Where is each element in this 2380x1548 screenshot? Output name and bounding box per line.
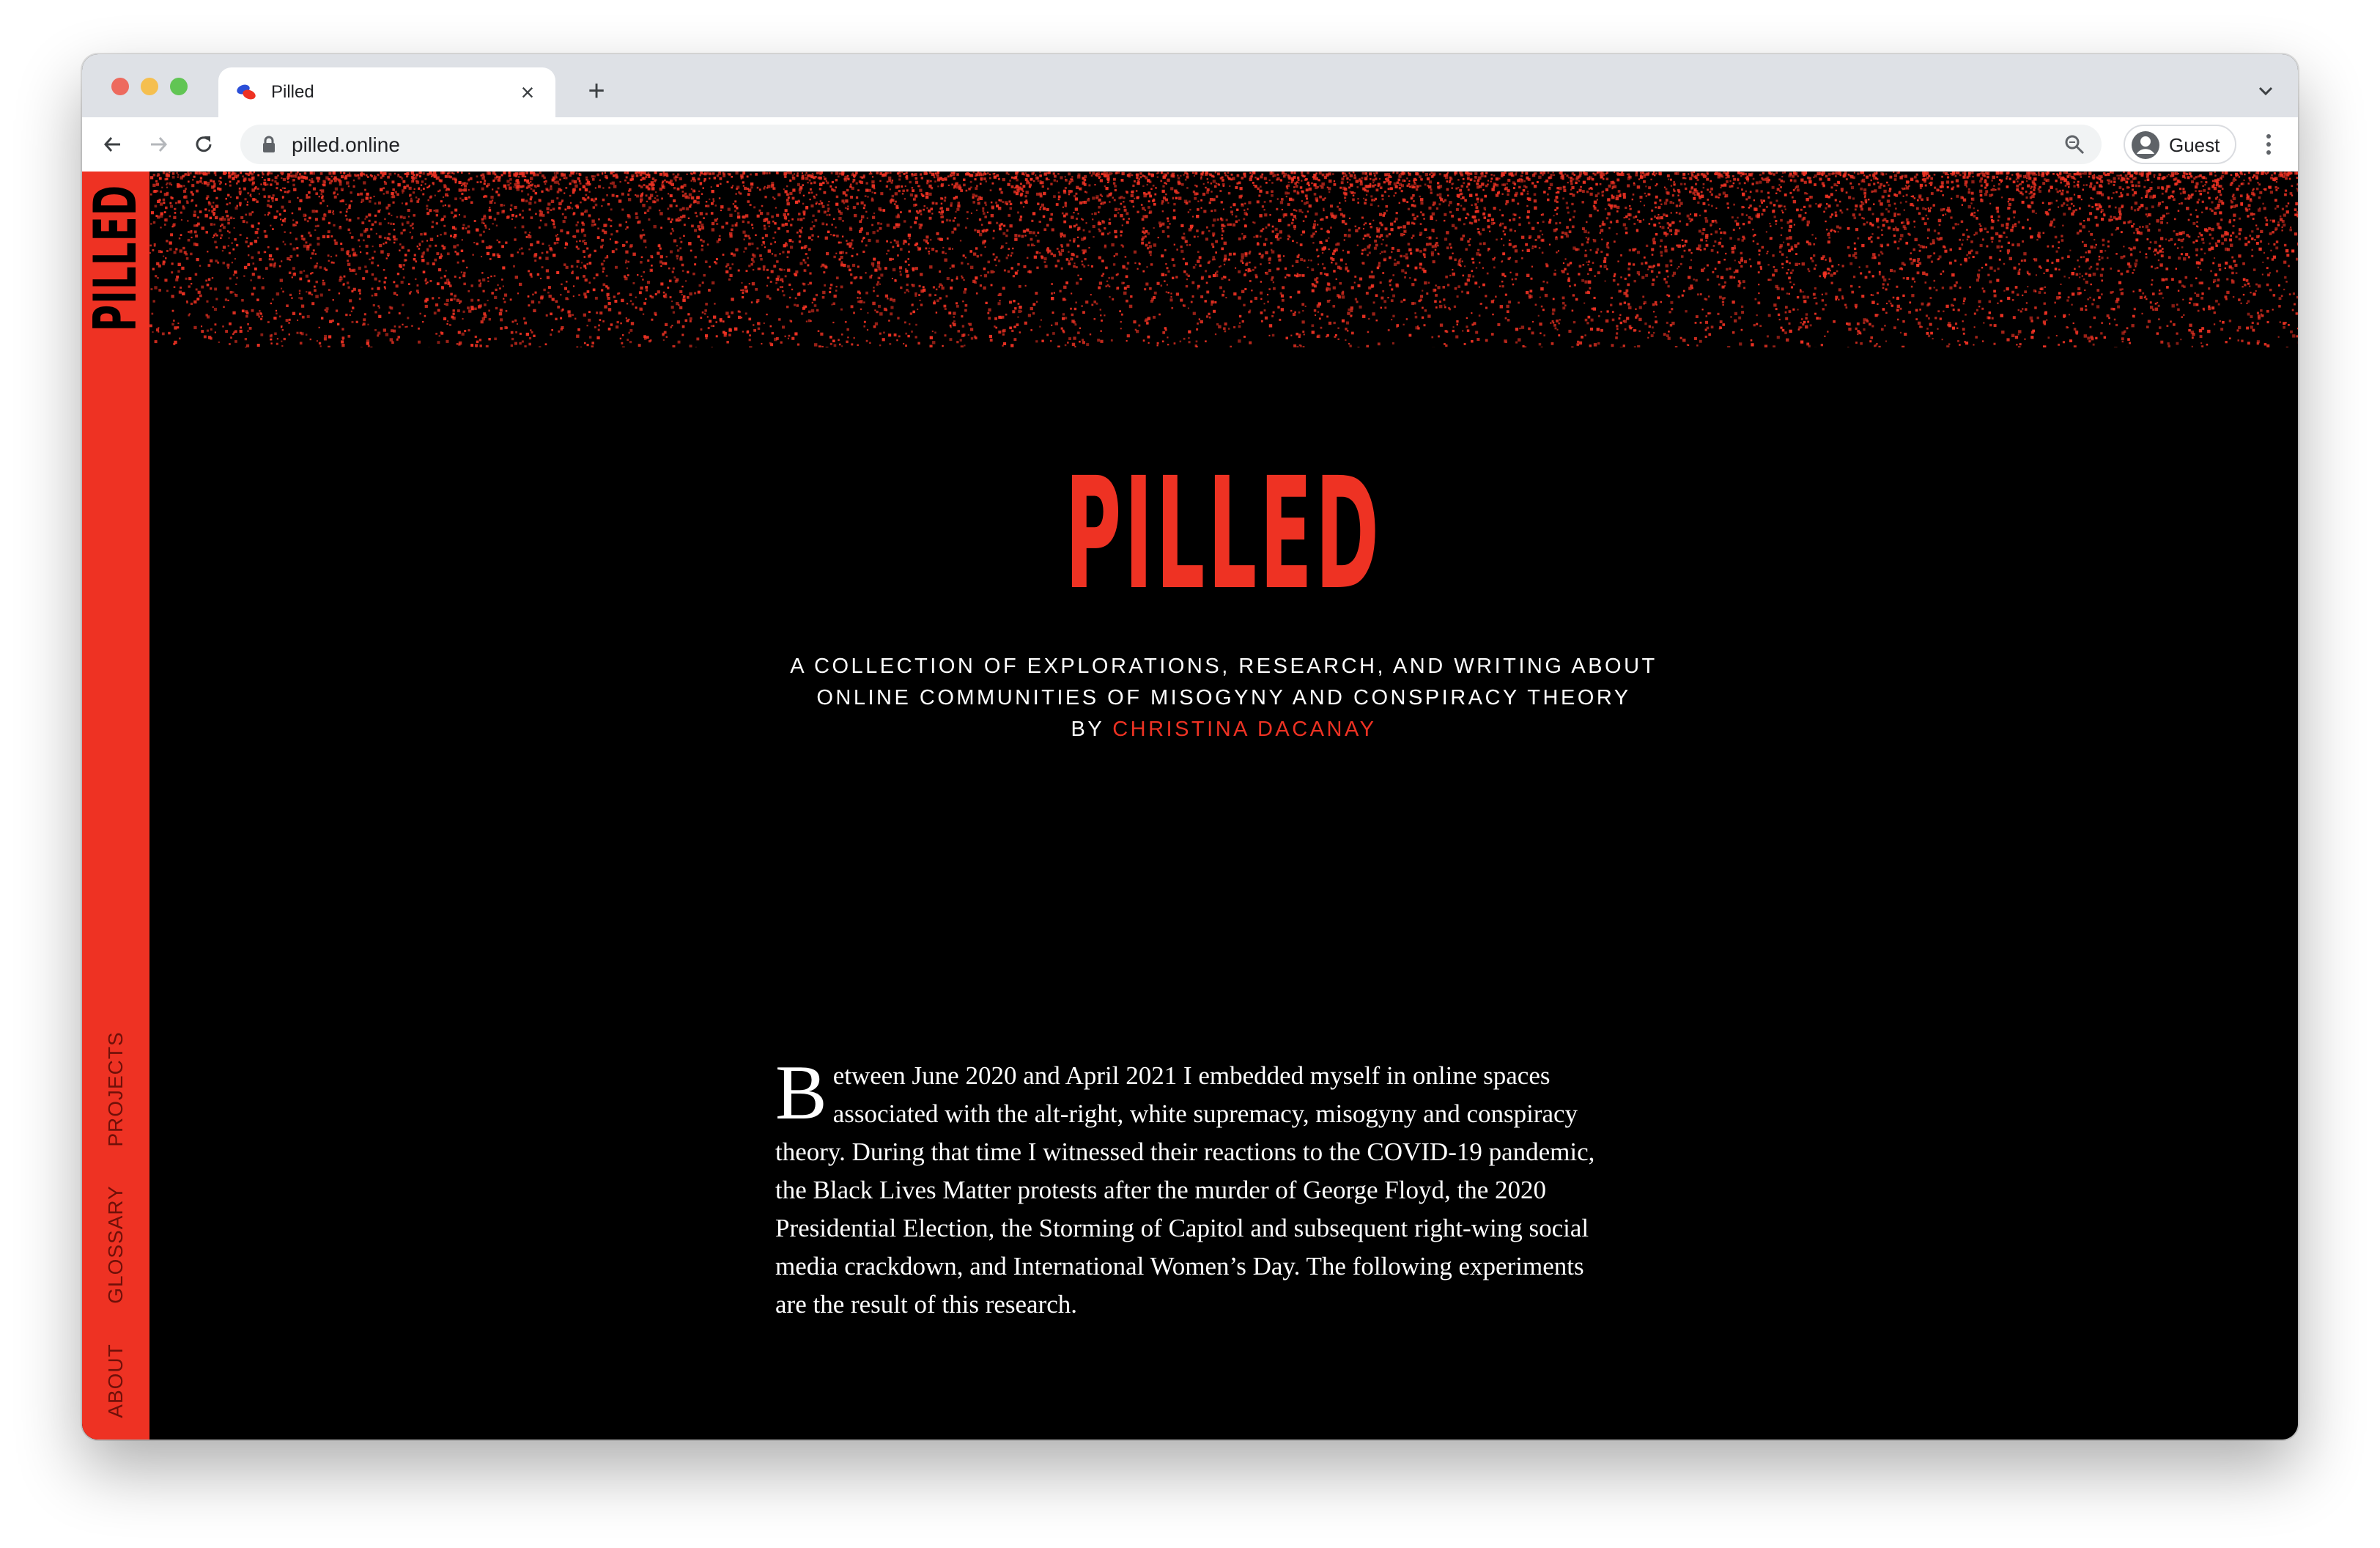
sidebar-link-glossary[interactable]: GLOSSARY	[104, 1185, 128, 1304]
red-noise-pattern	[149, 172, 2298, 347]
tab-title: Pilled	[271, 82, 314, 102]
sidebar-logo[interactable]: PILLED	[82, 139, 149, 376]
address-bar[interactable]: pilled.online	[240, 125, 2102, 164]
subtitle-byline: BY CHRISTINA DACANAY	[149, 714, 2298, 745]
forward-button[interactable]	[144, 130, 173, 159]
browser-toolbar: pilled.online Guest	[82, 117, 2298, 172]
site-title: PILLED	[1065, 444, 1383, 624]
reload-button[interactable]	[189, 130, 218, 159]
drop-cap: B	[775, 1050, 827, 1135]
tab-strip: Pilled × +	[82, 54, 2298, 117]
site-subtitle: A COLLECTION OF EXPLORATIONS, RESEARCH, …	[149, 651, 2298, 745]
sidebar: PILLED PROJECTS GLOSSARY ABOUT	[82, 172, 149, 1440]
arrow-right-icon	[151, 137, 168, 152]
url-text: pilled.online	[292, 133, 400, 156]
tab-close-icon[interactable]: ×	[513, 78, 542, 107]
maximize-window-button[interactable]	[170, 78, 188, 95]
subtitle-line-1: A COLLECTION OF EXPLORATIONS, RESEARCH, …	[790, 655, 1658, 678]
avatar-icon	[2132, 131, 2159, 159]
subtitle-line-2: ONLINE COMMUNITIES OF MISOGYNY AND CONSP…	[816, 686, 1631, 710]
profile-label: Guest	[2169, 134, 2220, 156]
sidebar-link-about[interactable]: ABOUT	[104, 1344, 128, 1418]
intro-paragraph: Between June 2020 and April 2021 I embed…	[775, 1050, 1616, 1324]
browser-window: Pilled × + pilled.online Guest PILLED PR…	[82, 54, 2298, 1440]
sidebar-link-projects[interactable]: PROJECTS	[104, 1031, 128, 1146]
minimize-window-button[interactable]	[141, 78, 158, 95]
profile-button[interactable]: Guest	[2124, 125, 2236, 164]
close-window-button[interactable]	[111, 78, 129, 95]
tab-pilled[interactable]: Pilled ×	[218, 67, 555, 117]
author-link[interactable]: CHRISTINA DACANAY	[1112, 718, 1376, 741]
byline-prefix: BY	[1071, 718, 1113, 741]
window-controls	[111, 78, 188, 95]
pill-favicon-icon	[237, 84, 256, 100]
new-tab-button[interactable]: +	[580, 75, 613, 107]
intro-text: etween June 2020 and April 2021 I embedd…	[775, 1061, 1595, 1319]
reload-icon	[196, 136, 212, 152]
kebab-menu-icon[interactable]	[2255, 130, 2282, 158]
chevron-down-icon[interactable]	[2254, 79, 2277, 103]
search-icon[interactable]	[2063, 133, 2085, 155]
lock-icon[interactable]	[259, 135, 278, 154]
page-content: PILLED PROJECTS GLOSSARY ABOUT PILLED A …	[82, 172, 2298, 1440]
